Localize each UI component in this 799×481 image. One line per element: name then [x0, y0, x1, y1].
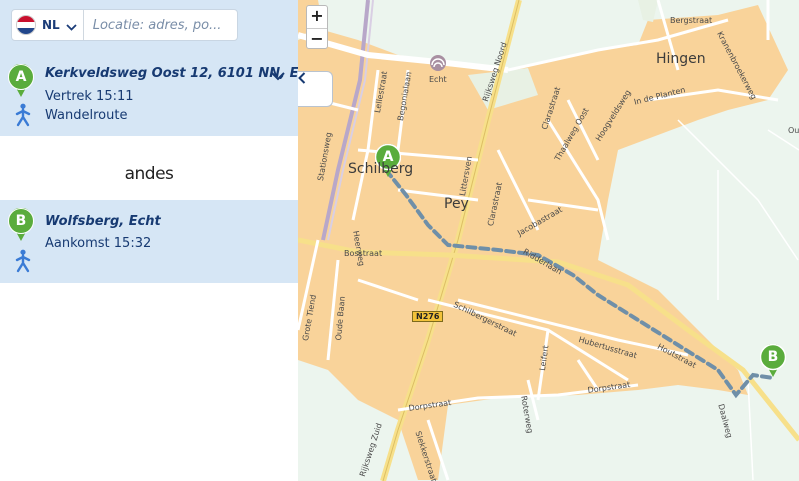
walking-person-icon: [12, 249, 34, 273]
place-label-pey: Pey: [444, 196, 469, 212]
map-destination-marker-icon[interactable]: B: [760, 344, 786, 378]
zoom-control: + −: [306, 5, 328, 49]
language-code: NL: [42, 18, 60, 32]
collapse-panel-button[interactable]: [298, 71, 333, 107]
dutch-flag-icon: [16, 15, 36, 35]
origin-block: NL A Kerkveldsweg Oost 12, 6101 NN, Echt…: [0, 0, 322, 136]
route-planner: NL A Kerkveldsweg Oost 12, 6101 NN, Echt…: [0, 0, 799, 481]
origin-marker-icon: A: [8, 63, 34, 98]
place-label-echt: Echt: [429, 75, 447, 84]
route-type: Wandelroute: [45, 108, 128, 123]
arrival-time: Aankomst 15:32: [45, 236, 152, 251]
street-label: Bergstraat: [670, 16, 713, 25]
zoom-out-button[interactable]: −: [307, 28, 327, 50]
destination-title[interactable]: Wolfsberg, Echt: [45, 214, 161, 229]
destination-block: B Wolfsberg, Echt Aankomst 15:32: [0, 200, 298, 283]
departure-time: Vertrek 15:11: [45, 89, 134, 104]
street-label: Ou: [788, 126, 799, 135]
origin-marker-label: A: [15, 69, 27, 85]
walking-person-icon: [12, 103, 34, 127]
language-selector[interactable]: NL: [12, 10, 84, 40]
location-search-input[interactable]: [83, 17, 224, 33]
place-label-hingen: Hingen: [656, 51, 706, 67]
route-panel: NL A Kerkveldsweg Oost 12, 6101 NN, Echt…: [0, 0, 322, 481]
street-label: Bosstraat: [344, 249, 383, 258]
destination-marker-icon: B: [8, 207, 34, 242]
road-number-badge: N276: [412, 311, 444, 322]
map-destination-marker-label: B: [767, 349, 779, 365]
zoom-in-button[interactable]: +: [307, 6, 327, 28]
advertisement[interactable]: andes: [0, 136, 298, 200]
map-view[interactable]: A B Hingen Schilberg Pey Echt Bergstraat…: [298, 0, 799, 481]
place-label-schilberg: Schilberg: [348, 161, 414, 177]
search-bar: NL: [11, 9, 238, 41]
chevron-down-icon: [66, 16, 77, 35]
chevron-down-icon[interactable]: [271, 66, 285, 85]
ad-logo: andes: [124, 164, 174, 184]
destination-marker-label: B: [15, 213, 27, 229]
